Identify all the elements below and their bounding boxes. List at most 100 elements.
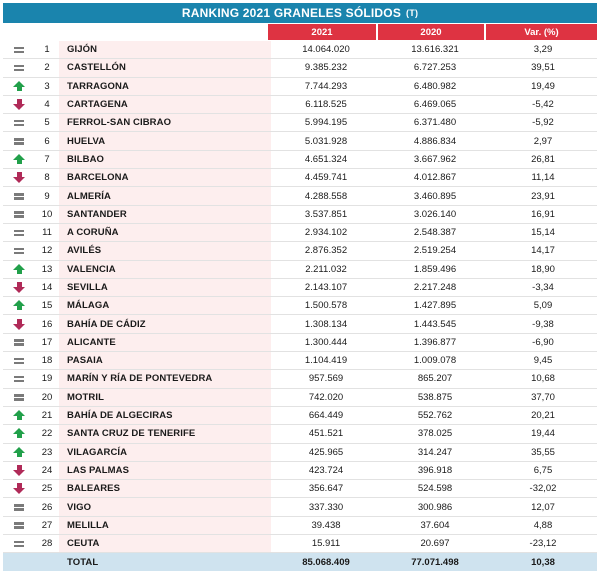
rank-cell: 26	[35, 497, 59, 517]
ranking-rows: 1 GIJÓN 14.064.020 13.616.321 3,29 2 CASTELLÓN…	[3, 41, 597, 572]
rank-cell: 18	[35, 351, 59, 371]
variation-cell: -5,42	[489, 95, 597, 115]
value-2021-cell: 4.288.558	[271, 186, 381, 206]
value-2020-cell: 1.427.895	[381, 296, 489, 316]
rank-cell: 16	[35, 314, 59, 334]
trend-cell	[3, 95, 35, 115]
arrow-down-icon	[13, 172, 25, 184]
variation-cell: -5,92	[489, 113, 597, 133]
variation-cell: 37,70	[489, 388, 597, 407]
trend-cell	[3, 186, 35, 206]
table-row: 3 TARRAGONA 7.744.293 6.480.982 19,49	[3, 77, 597, 96]
trend-cell	[3, 241, 35, 261]
trend-cell	[3, 168, 35, 188]
value-2020-cell: 37.604	[381, 516, 489, 536]
port-name-cell: MARÍN Y RÍA DE PONTEVEDRA	[59, 369, 271, 389]
port-name-cell: PASAIA	[59, 351, 271, 371]
value-2021-cell: 4.651.324	[271, 150, 381, 170]
value-2020-cell: 6.371.480	[381, 113, 489, 133]
value-2020-cell: 3.667.962	[381, 150, 489, 170]
column-header-var: Var. (%)	[486, 24, 597, 40]
equal-icon	[14, 393, 24, 401]
port-name-cell: BARCELONA	[59, 168, 271, 188]
value-2020-cell: 2.217.248	[381, 278, 489, 298]
port-name-cell: CARTAGENA	[59, 95, 271, 115]
rank-cell: 12	[35, 241, 59, 261]
trend-cell	[3, 77, 35, 96]
trend-cell	[3, 58, 35, 78]
rank-cell: 22	[35, 424, 59, 444]
equal-icon	[14, 357, 24, 365]
value-2020-cell: 6.469.065	[381, 95, 489, 115]
rank-cell: 23	[35, 443, 59, 462]
title-text: RANKING 2021 GRANELES SÓLIDOS	[181, 6, 402, 20]
variation-cell: 19,49	[489, 77, 597, 96]
ranking-table-figure: RANKING 2021 GRANELES SÓLIDOS (T) 2021 2…	[0, 0, 600, 579]
rank-cell: 19	[35, 369, 59, 389]
rank-cell: 10	[35, 205, 59, 224]
port-name-cell: BALEARES	[59, 479, 271, 499]
total-label: TOTAL	[59, 552, 271, 572]
value-2020-cell: 524.598	[381, 479, 489, 499]
column-header-2021: 2021	[268, 24, 376, 40]
value-2021-cell: 1.308.134	[271, 314, 381, 334]
value-2021-cell: 337.330	[271, 497, 381, 517]
equal-icon	[14, 338, 24, 346]
variation-cell: 2,97	[489, 131, 597, 151]
value-2021-cell: 9.385.232	[271, 58, 381, 78]
port-name-cell: BILBAO	[59, 150, 271, 170]
equal-icon	[14, 375, 24, 383]
value-2020-cell: 396.918	[381, 461, 489, 481]
arrow-up-icon	[13, 80, 25, 91]
port-name-cell: ALMERÍA	[59, 186, 271, 206]
table-row: 12 AVILÉS 2.876.352 2.519.254 14,17	[3, 241, 597, 261]
arrow-up-icon	[13, 410, 25, 421]
equal-icon	[14, 64, 24, 72]
value-2021-cell: 6.118.525	[271, 95, 381, 115]
value-2021-cell: 2.211.032	[271, 260, 381, 279]
value-2021-cell: 2.143.107	[271, 278, 381, 298]
trend-cell	[3, 314, 35, 334]
header-blank	[3, 24, 271, 40]
value-2021-cell: 4.459.741	[271, 168, 381, 188]
value-2020-cell: 552.762	[381, 406, 489, 426]
value-2020-cell: 6.727.253	[381, 58, 489, 78]
variation-cell: 11,14	[489, 168, 597, 188]
rank-cell: 6	[35, 131, 59, 151]
variation-cell: 18,90	[489, 260, 597, 279]
arrow-up-icon	[13, 428, 25, 439]
value-2021-cell: 5.031.928	[271, 131, 381, 151]
rank-cell: 11	[35, 223, 59, 243]
table-row: 20 MOTRIL 742.020 538.875 37,70	[3, 388, 597, 407]
rank-cell: 2	[35, 58, 59, 78]
value-2020-cell: 1.859.496	[381, 260, 489, 279]
arrow-down-icon	[13, 282, 25, 293]
variation-cell: -23,12	[489, 534, 597, 554]
equal-icon	[14, 119, 24, 127]
rank-cell: 5	[35, 113, 59, 133]
equal-icon	[14, 521, 24, 529]
value-2021-cell: 1.104.419	[271, 351, 381, 371]
total-icon-cell	[3, 552, 35, 572]
port-name-cell: BAHÍA DE ALGECIRAS	[59, 406, 271, 426]
value-2020-cell: 2.548.387	[381, 223, 489, 243]
table-row: 23 VILAGARCÍA 425.965 314.247 35,55	[3, 443, 597, 462]
table-row: 10 SANTANDER 3.537.851 3.026.140 16,91	[3, 205, 597, 224]
trend-cell	[3, 150, 35, 170]
value-2021-cell: 957.569	[271, 369, 381, 389]
equal-icon	[14, 137, 24, 145]
rank-cell: 14	[35, 278, 59, 298]
trend-cell	[3, 388, 35, 407]
equal-icon	[14, 247, 24, 255]
trend-cell	[3, 443, 35, 462]
table-row: 18 PASAIA 1.104.419 1.009.078 9,45	[3, 351, 597, 371]
table-row: 9 ALMERÍA 4.288.558 3.460.895 23,91	[3, 186, 597, 206]
trend-cell	[3, 461, 35, 481]
column-header-2020: 2020	[378, 24, 484, 40]
value-2021-cell: 15.911	[271, 534, 381, 554]
variation-cell: -6,90	[489, 333, 597, 353]
title-unit: (T)	[406, 8, 419, 18]
rank-cell: 1	[35, 41, 59, 60]
table-row: 13 VALENCIA 2.211.032 1.859.496 18,90	[3, 260, 597, 279]
variation-cell: 12,07	[489, 497, 597, 517]
